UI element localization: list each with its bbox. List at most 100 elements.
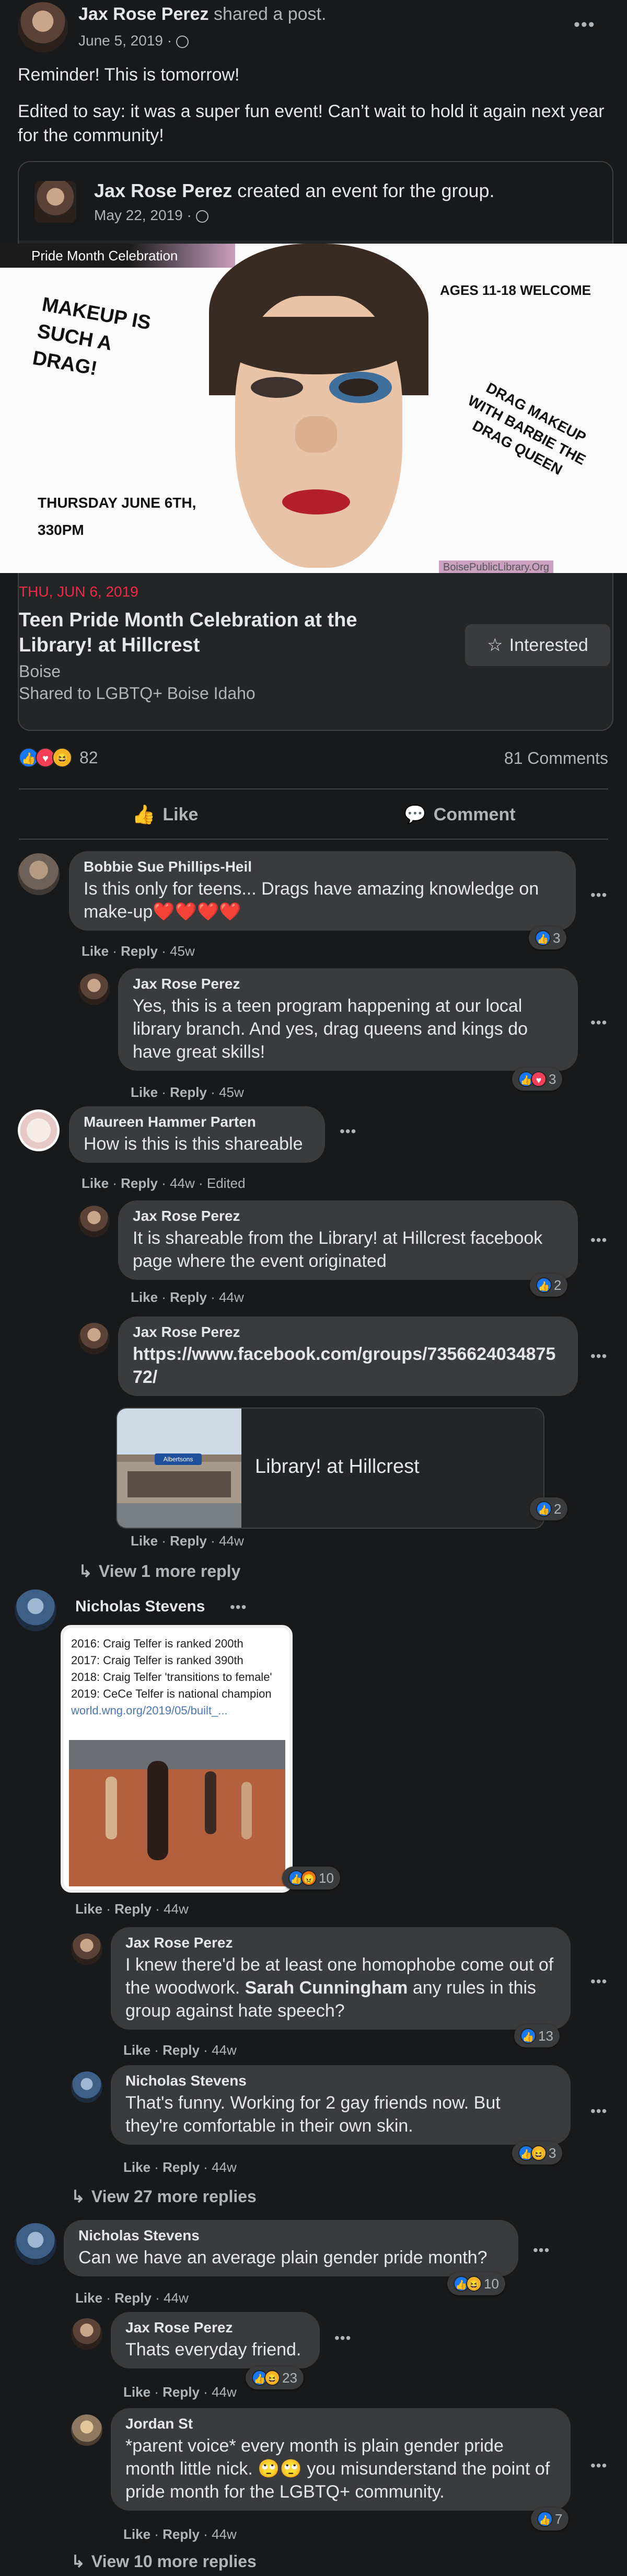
avatar[interactable] <box>15 1589 56 1631</box>
comment-reactions[interactable]: 👍 2 <box>530 1497 568 1520</box>
angry-reaction-icon: 😠 <box>301 1870 317 1886</box>
comment-like-link[interactable]: Like <box>123 2526 150 2542</box>
comment-reply-link[interactable]: Reply <box>114 2290 152 2306</box>
comment-like-link[interactable]: Like <box>131 1084 158 1100</box>
avatar[interactable] <box>18 2 68 52</box>
comment-options-icon[interactable]: ••• <box>590 2103 607 2120</box>
comment-reactions[interactable]: 👍 2 <box>530 1274 568 1297</box>
comment-link[interactable]: https://www.facebook.com/groups/73566240… <box>133 1344 555 1387</box>
comment-author[interactable]: Maureen Hammer Parten <box>84 1114 310 1130</box>
avatar[interactable] <box>34 181 76 223</box>
comment-author[interactable]: Nicholas Stevens <box>78 2227 504 2244</box>
comment-actions: Like · Reply · 44w <box>123 2159 237 2175</box>
like-reaction-icon: 👍 <box>535 930 551 946</box>
comment-author[interactable]: Bobbie Sue Phillips-Heil <box>84 858 561 875</box>
comment-text: Yes, this is a teen program happening at… <box>133 996 528 1062</box>
comment-options-icon[interactable]: ••• <box>590 1232 607 1249</box>
comment-reply-link[interactable]: Reply <box>121 1175 158 1191</box>
shared-date[interactable]: May 22, 2019 <box>94 207 183 223</box>
like-button[interactable]: 👍 Like <box>19 794 311 835</box>
like-reaction-icon: 👍 <box>520 2028 536 2044</box>
comment-options-icon[interactable]: ••• <box>533 2242 550 2259</box>
avatar[interactable] <box>78 1323 110 1354</box>
avatar[interactable] <box>78 974 110 1005</box>
comment-options-icon[interactable]: ••• <box>590 2457 607 2474</box>
comment-like-link[interactable]: Like <box>131 1289 158 1305</box>
comment-like-link[interactable]: Like <box>82 1175 109 1191</box>
comment-reactions[interactable]: 👍 😆 3 <box>512 2142 563 2165</box>
comment-like-link[interactable]: Like <box>123 2384 150 2400</box>
comment-reply-link[interactable]: Reply <box>162 2526 200 2542</box>
comment-like-link[interactable]: Like <box>75 2290 102 2306</box>
avatar[interactable] <box>71 2318 102 2350</box>
avatar[interactable] <box>18 853 60 895</box>
event-banner: Pride Month Celebration <box>0 244 235 268</box>
globe-icon <box>195 210 208 223</box>
comment-author[interactable]: Jax Rose Perez <box>133 1324 563 1341</box>
comment-bubble: Jax Rose Perez It is shareable from the … <box>118 1200 578 1280</box>
comment-actions: Like · Reply · 44w <box>75 1901 189 1917</box>
view-more-replies[interactable]: ↳ View 1 more reply <box>78 1561 240 1581</box>
shared-author[interactable]: Jax Rose Perez <box>94 180 232 201</box>
comment-reply-link[interactable]: Reply <box>170 1533 207 1549</box>
comment-reactions[interactable]: 👍 7 <box>531 2508 569 2531</box>
comment-options-icon[interactable]: ••• <box>334 2330 351 2346</box>
comment-author[interactable]: Nicholas Stevens <box>75 1598 205 1616</box>
avatar[interactable] <box>71 2414 102 2446</box>
comment-like-link[interactable]: Like <box>123 2159 150 2175</box>
comment-author[interactable]: Jax Rose Perez <box>133 1208 563 1224</box>
comment-reply-link[interactable]: Reply <box>170 1289 207 1305</box>
comment-options-icon[interactable]: ••• <box>590 1348 607 1365</box>
comment-reactions[interactable]: 👍 ♥ 3 <box>512 1068 563 1091</box>
comment-reactions[interactable]: 👍 😆 10 <box>447 2272 505 2295</box>
mention-link[interactable]: Sarah Cunningham <box>245 1978 408 1998</box>
comment-reply-link[interactable]: Reply <box>162 2384 200 2400</box>
reply-arrow-icon: ↳ <box>71 2552 85 2571</box>
comment-options-icon[interactable]: ••• <box>590 1973 607 1990</box>
interested-button[interactable]: ☆ Interested <box>465 624 610 666</box>
image-date-text: THURSDAY JUNE 6TH, 330PM <box>38 495 196 538</box>
post-date[interactable]: June 5, 2019 <box>78 32 163 49</box>
event-cover-image[interactable]: Pride Month Celebration MAKEUP IS SUCH A… <box>0 244 627 573</box>
avatar[interactable] <box>71 1933 102 1965</box>
comment-author[interactable]: Jax Rose Perez <box>133 976 563 992</box>
reaction-summary[interactable]: 👍 ♥ 😆 82 <box>19 748 98 768</box>
image-ages-text: AGES 11-18 WELCOME <box>440 282 591 298</box>
comment-reply-link[interactable]: Reply <box>162 2042 200 2058</box>
link-preview-card[interactable]: Albertsons Library! at Hillcrest <box>116 1407 544 1529</box>
comment-like-link[interactable]: Like <box>75 1901 102 1917</box>
comment-reactions[interactable]: 👍 😠 10 <box>282 1867 340 1890</box>
avatar[interactable] <box>15 2223 56 2265</box>
view-more-replies[interactable]: ↳ View 10 more replies <box>71 2551 257 2571</box>
comment-options-icon[interactable]: ••• <box>230 1599 247 1616</box>
comment-reply-link[interactable]: Reply <box>170 1084 207 1100</box>
view-more-replies[interactable]: ↳ View 27 more replies <box>71 2186 257 2206</box>
comments-count[interactable]: 81 Comments <box>504 749 608 768</box>
comment-author[interactable]: Jax Rose Perez <box>125 1934 556 1951</box>
comment-options-icon[interactable]: ••• <box>340 1123 356 1140</box>
comment-reply-link[interactable]: Reply <box>121 943 158 959</box>
avatar[interactable] <box>71 2071 102 2103</box>
avatar[interactable] <box>78 1206 110 1237</box>
post-author[interactable]: Jax Rose Perez <box>78 4 209 24</box>
comment-like-link[interactable]: Like <box>131 1533 158 1549</box>
comment-like-link[interactable]: Like <box>82 943 109 959</box>
comment-button[interactable]: 💬 Comment <box>314 794 606 835</box>
comment-image[interactable]: 2016: Craig Telfer is ranked 200th 2017:… <box>61 1625 293 1893</box>
avatar[interactable] <box>18 1109 60 1151</box>
comment-reactions[interactable]: 👍 13 <box>514 2024 560 2047</box>
post-action: shared a post. <box>213 4 327 24</box>
comment-author[interactable]: Jax Rose Perez <box>125 2319 305 2336</box>
comment-options-icon[interactable]: ••• <box>590 887 607 903</box>
comment-like-link[interactable]: Like <box>123 2042 150 2058</box>
more-options-icon[interactable]: ••• <box>574 16 596 33</box>
comment-reply-link[interactable]: Reply <box>162 2159 200 2175</box>
comment-reply-link[interactable]: Reply <box>114 1901 152 1917</box>
comment-author[interactable]: Nicholas Stevens <box>125 2073 556 2089</box>
comment-reactions[interactable]: 👍 3 <box>529 926 567 949</box>
event-title[interactable]: Teen Pride Month Celebration at the Libr… <box>19 608 416 658</box>
comment-options-icon[interactable]: ••• <box>590 1014 607 1031</box>
comment-author[interactable]: Jordan St <box>125 2415 556 2432</box>
comment-bubble: Nicholas Stevens That's funny. Working f… <box>111 2065 571 2145</box>
comment-reactions[interactable]: 👍 😆 23 <box>246 2366 304 2389</box>
